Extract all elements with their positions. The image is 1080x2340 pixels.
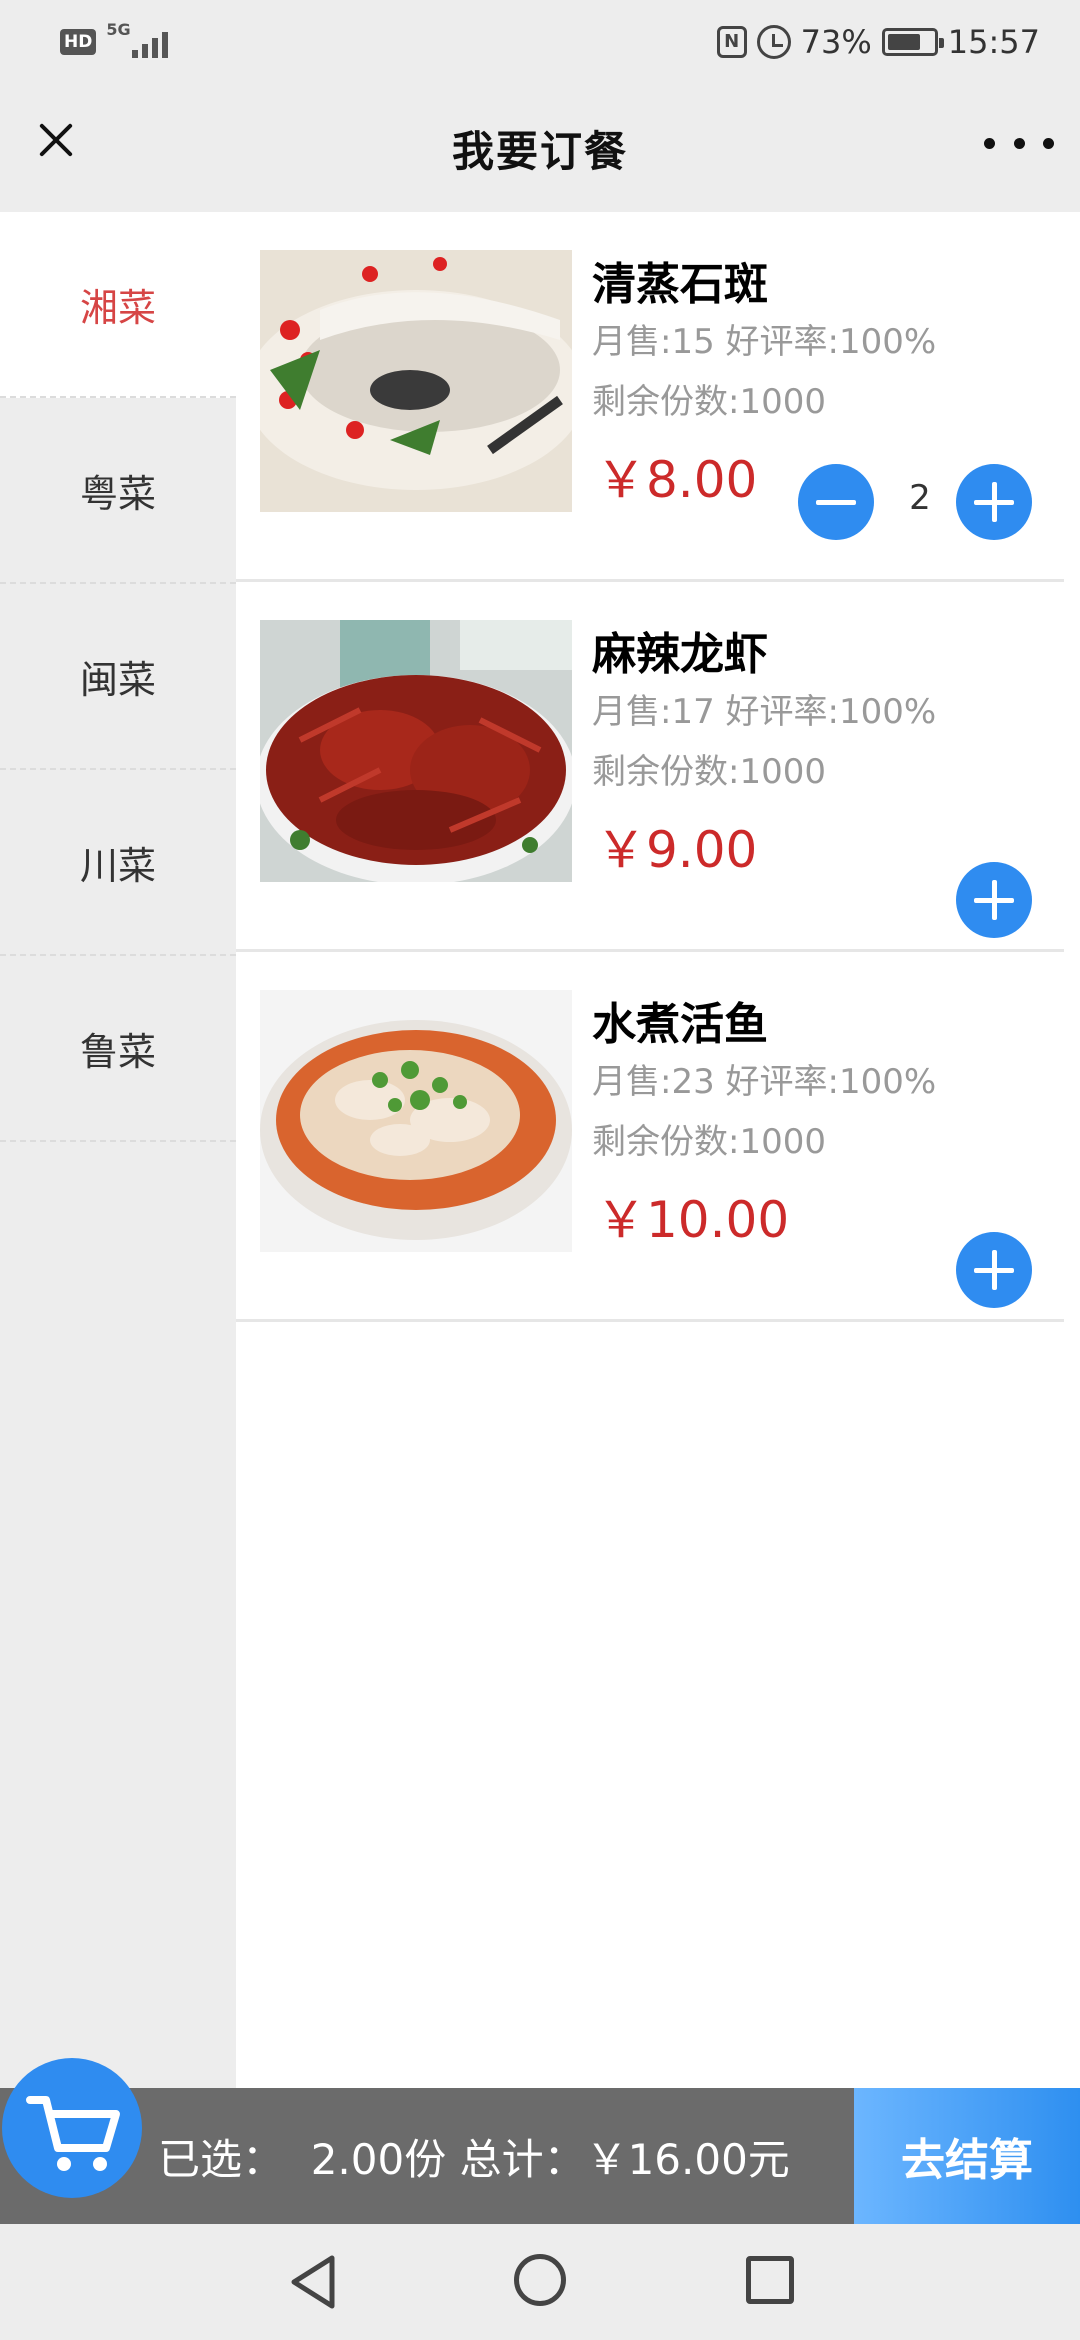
status-left: HD 5G bbox=[60, 20, 198, 62]
decrease-button[interactable] bbox=[798, 464, 874, 540]
signal-icon: 5G bbox=[106, 20, 198, 62]
dish-list: 清蒸石斑 月售:15 好评率:100% 剩余份数:1000 ￥8.00 2 麻辣… bbox=[236, 212, 1080, 2088]
category-item-yue[interactable]: 粤菜 bbox=[0, 398, 236, 584]
dish-name: 清蒸石斑 bbox=[592, 259, 768, 310]
title-bar: 我要订餐 bbox=[0, 84, 1080, 212]
recent-apps-icon[interactable] bbox=[746, 2256, 794, 2304]
dish-remaining: 剩余份数:1000 bbox=[592, 752, 826, 792]
dish-name: 水煮活鱼 bbox=[592, 999, 768, 1050]
status-right: N 73% 15:57 bbox=[716, 23, 1040, 61]
cart-summary: 已选： 2.00份 总计：￥16.00元 bbox=[158, 2135, 790, 2184]
more-icon[interactable] bbox=[984, 128, 1054, 158]
dish-image-spicy-crayfish bbox=[260, 620, 572, 882]
category-item-min[interactable]: 闽菜 bbox=[0, 584, 236, 770]
dish-image-boiled-fish bbox=[260, 990, 572, 1252]
dish-sales: 月售:23 好评率:100% bbox=[592, 1062, 937, 1102]
system-nav-bar bbox=[0, 2224, 1080, 2340]
alarm-icon bbox=[756, 25, 791, 59]
dish-remaining: 剩余份数:1000 bbox=[592, 382, 826, 422]
dish-row: 麻辣龙虾 月售:17 好评率:100% 剩余份数:1000 ￥9.00 bbox=[236, 582, 1064, 952]
dish-sales: 月售:15 好评率:100% bbox=[592, 322, 937, 362]
status-bar: HD 5G N 73% 15:57 bbox=[0, 0, 1080, 84]
dish-price: ￥10.00 bbox=[596, 1191, 790, 1249]
network-type: 5G bbox=[106, 20, 131, 39]
battery-percent: 73% bbox=[800, 23, 872, 61]
checkout-button[interactable]: 去结算 bbox=[854, 2088, 1080, 2224]
close-icon[interactable] bbox=[22, 108, 86, 172]
dish-image-steamed-grouper bbox=[260, 250, 572, 512]
dish-row: 水煮活鱼 月售:23 好评率:100% 剩余份数:1000 ￥10.00 bbox=[236, 952, 1064, 1322]
clock: 15:57 bbox=[947, 23, 1040, 61]
dish-sales: 月售:17 好评率:100% bbox=[592, 692, 937, 732]
increase-button[interactable] bbox=[956, 464, 1032, 540]
category-item-xiang[interactable]: 湘菜 bbox=[0, 212, 236, 398]
back-icon[interactable] bbox=[286, 2252, 340, 2312]
page-title: 我要订餐 bbox=[451, 126, 628, 176]
hd-badge: HD bbox=[60, 29, 97, 55]
home-icon[interactable] bbox=[514, 2254, 566, 2306]
category-item-chuan[interactable]: 川菜 bbox=[0, 770, 236, 956]
increase-button[interactable] bbox=[956, 862, 1032, 938]
category-item-lu[interactable]: 鲁菜 bbox=[0, 956, 236, 1142]
dish-price: ￥8.00 bbox=[596, 451, 758, 509]
cart-icon[interactable] bbox=[2, 2058, 142, 2198]
dish-row: 清蒸石斑 月售:15 好评率:100% 剩余份数:1000 ￥8.00 2 bbox=[236, 212, 1064, 582]
battery-icon bbox=[881, 28, 944, 56]
increase-button[interactable] bbox=[956, 1232, 1032, 1308]
cart-bar: 已选： 2.00份 总计：￥16.00元 去结算 bbox=[0, 2088, 1080, 2224]
quantity-value: 2 bbox=[909, 478, 931, 518]
dish-name: 麻辣龙虾 bbox=[592, 629, 768, 680]
dish-remaining: 剩余份数:1000 bbox=[592, 1122, 826, 1162]
dish-price: ￥9.00 bbox=[596, 821, 758, 879]
nfc-icon: N bbox=[716, 26, 747, 58]
category-sidebar: 湘菜 粤菜 闽菜 川菜 鲁菜 bbox=[0, 212, 236, 2088]
